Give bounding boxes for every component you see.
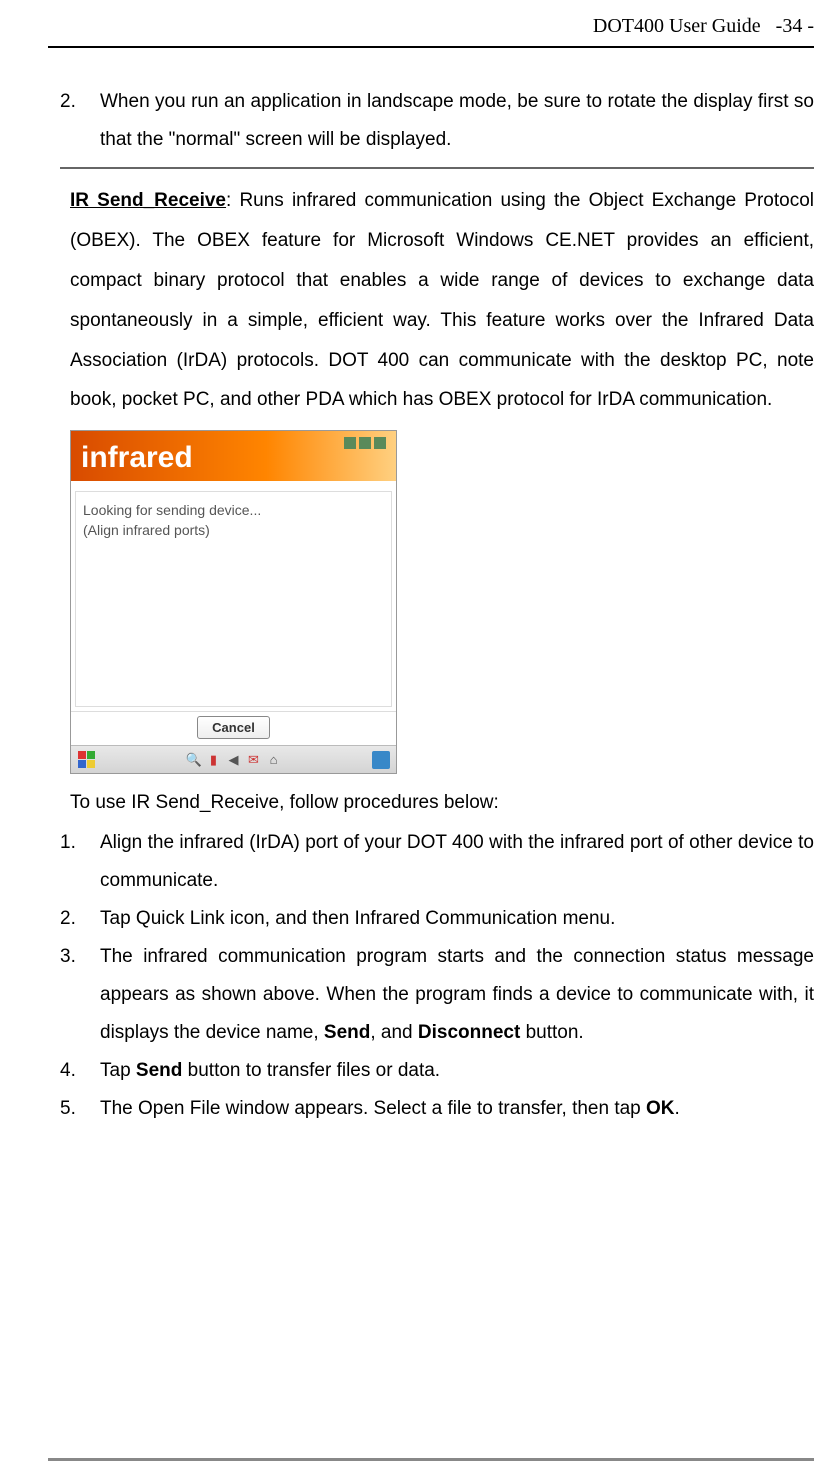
intro-num: 2.	[60, 83, 100, 159]
step-text: Align the infrared (IrDA) port of your D…	[100, 824, 814, 900]
step-item: 2.Tap Quick Link icon, and then Infrared…	[60, 900, 814, 938]
steps-list: 1.Align the infrared (IrDA) port of your…	[60, 824, 814, 1128]
tray-icon[interactable]: ▮	[206, 752, 222, 768]
page-content: 2. When you run an application in landsc…	[0, 48, 834, 1148]
ir-title: IR Send_Receive	[70, 190, 226, 211]
step-text: The infrared communication program start…	[100, 938, 814, 1052]
step-num: 1.	[60, 824, 100, 900]
step-num: 2.	[60, 900, 100, 938]
start-icon[interactable]	[77, 751, 95, 769]
section-divider	[60, 167, 814, 169]
tray-icon[interactable]: ⌂	[266, 752, 282, 768]
page-number: -34 -	[776, 15, 814, 37]
infrared-logo: infrared	[81, 441, 193, 475]
step-item: 1.Align the infrared (IrDA) port of your…	[60, 824, 814, 900]
step-text: Tap Quick Link icon, and then Infrared C…	[100, 900, 814, 938]
step-num: 5.	[60, 1090, 100, 1128]
step-num: 4.	[60, 1052, 100, 1090]
step-item: 5.The Open File window appears. Select a…	[60, 1090, 814, 1128]
tray-icon[interactable]: 🔍	[186, 752, 202, 768]
instructions-intro: To use IR Send_Receive, follow procedure…	[60, 784, 814, 822]
tray-icons: 🔍 ▮ ◀ ✉ ⌂	[186, 752, 282, 768]
cancel-button[interactable]: Cancel	[197, 716, 270, 739]
doc-title: DOT400 User Guide	[593, 15, 761, 37]
tray-icon[interactable]: ◀	[226, 752, 242, 768]
decorative-squares	[344, 437, 386, 449]
tray-icon[interactable]: ✉	[246, 752, 262, 768]
intro-text: When you run an application in landscape…	[100, 83, 814, 159]
taskbar: 🔍 ▮ ◀ ✉ ⌂	[71, 745, 396, 773]
step-item: 4.Tap Send button to transfer files or d…	[60, 1052, 814, 1090]
footer-rule	[48, 1458, 814, 1461]
intro-numbered-item: 2. When you run an application in landsc…	[60, 83, 814, 159]
sc-banner: infrared	[71, 431, 396, 481]
step-text: The Open File window appears. Select a f…	[100, 1090, 814, 1128]
ir-text: : Runs infrared communication using the …	[70, 190, 814, 410]
desktop-button[interactable]	[372, 751, 390, 769]
sc-line2: (Align infrared ports)	[83, 521, 384, 541]
sc-cancel-wrap: Cancel	[71, 711, 396, 745]
infrared-screenshot: infrared Looking for sending device... (…	[70, 430, 397, 774]
step-num: 3.	[60, 938, 100, 1052]
ir-section: IR Send_Receive: Runs infrared communica…	[60, 181, 814, 420]
page-header: DOT400 User Guide -34 -	[0, 0, 834, 46]
sc-body: Looking for sending device... (Align inf…	[71, 481, 396, 711]
step-text: Tap Send button to transfer files or dat…	[100, 1052, 814, 1090]
sc-line1: Looking for sending device...	[83, 501, 384, 521]
step-item: 3.The infrared communication program sta…	[60, 938, 814, 1052]
